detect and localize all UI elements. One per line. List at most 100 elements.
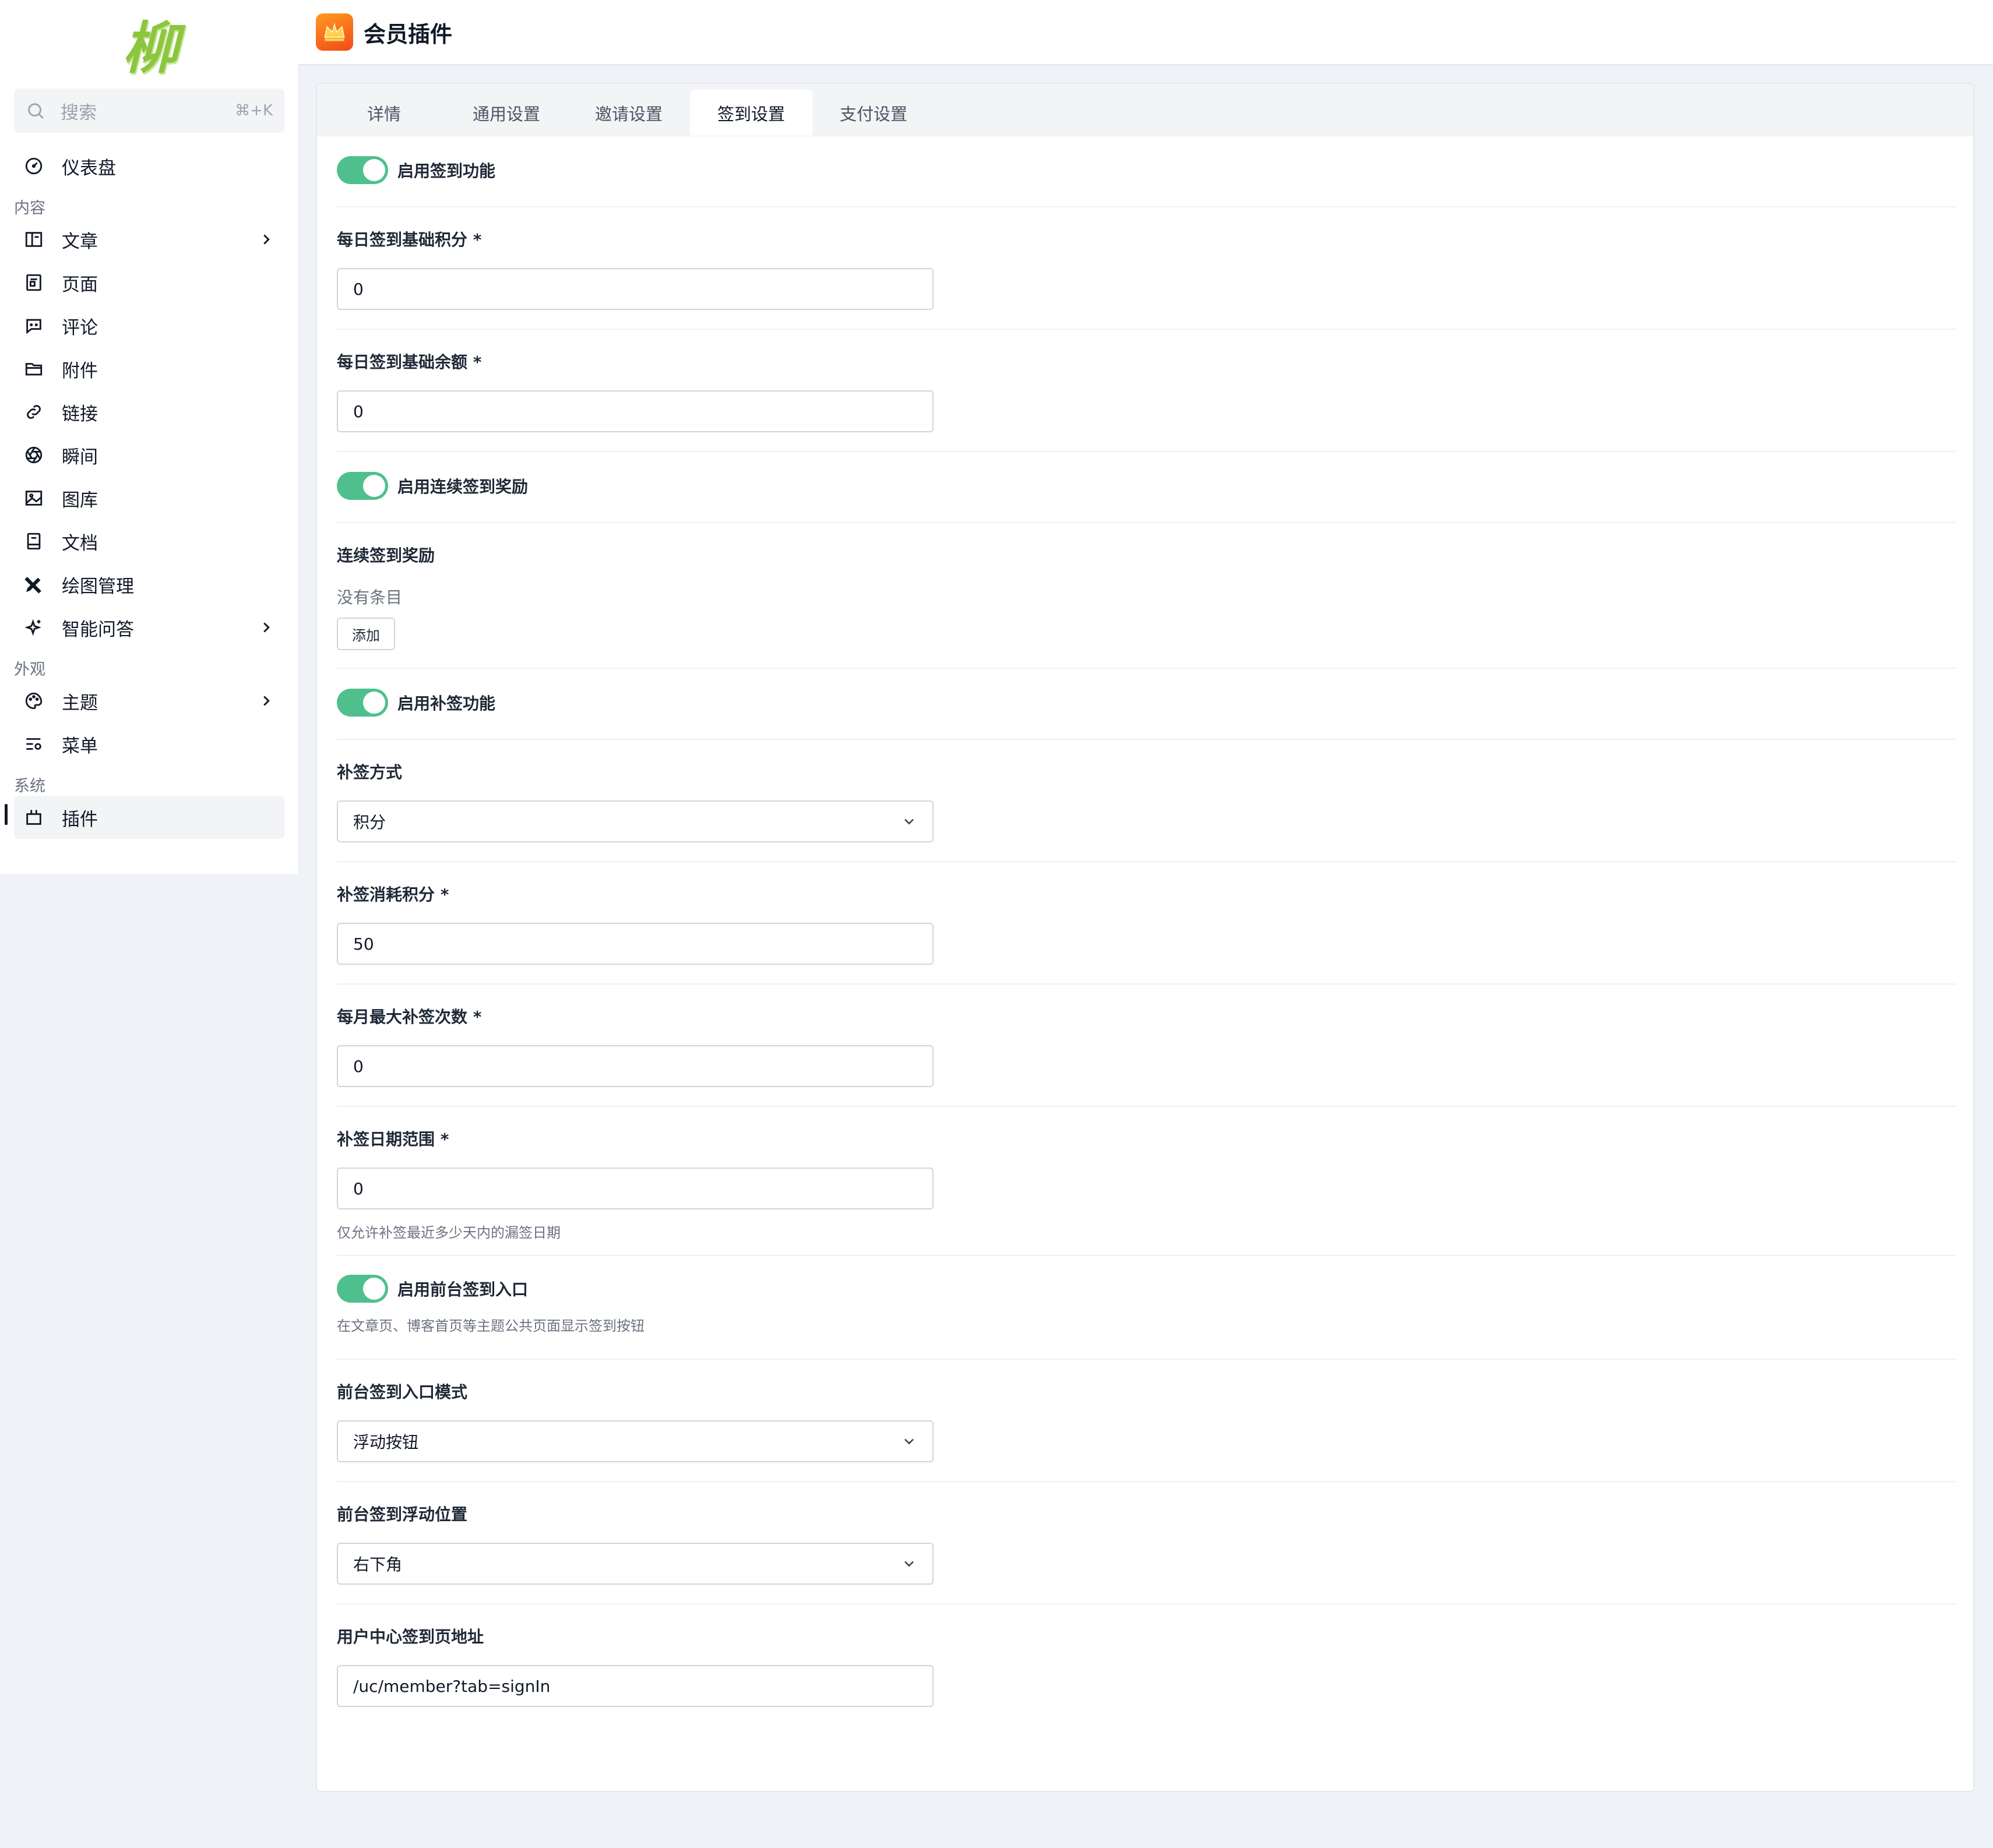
- frontend-mode-value: 浮动按钮: [353, 1433, 419, 1452]
- sidebar-item-posts[interactable]: 文章: [14, 218, 284, 261]
- row-frontend-mode: 前台签到入口模式 浮动按钮: [337, 1360, 1956, 1482]
- frontend-mode-select[interactable]: 浮动按钮: [337, 1420, 934, 1462]
- daily-points-input[interactable]: 0: [337, 268, 934, 310]
- sidebar-item-ai-qa[interactable]: 智能问答: [14, 606, 284, 649]
- streak-rewards-empty: 没有条目: [337, 588, 403, 607]
- sidebar-item-label: 页面: [62, 274, 98, 295]
- enable-signin-label: 启用签到功能: [397, 161, 496, 181]
- nav-group-system: 系统: [14, 777, 45, 795]
- row-daily-balance: 每日签到基础余额 * 0: [337, 330, 1956, 452]
- row-makeup-cost: 补签消耗积分 * 50: [337, 862, 1956, 985]
- chevron-down-icon: [904, 1438, 914, 1445]
- tab-payment[interactable]: 支付设置: [812, 90, 935, 136]
- search-placeholder: 搜索: [61, 102, 97, 124]
- image-icon: [25, 491, 43, 506]
- makeup-range-help: 仅允许补签最近多少天内的漏签日期: [337, 1225, 561, 1241]
- site-logo[interactable]: 柳: [111, 8, 186, 81]
- enable-frontend-entry-label: 启用前台签到入口: [397, 1280, 529, 1299]
- enable-frontend-entry-toggle[interactable]: [337, 1275, 388, 1303]
- add-streak-reward-button[interactable]: 添加: [337, 618, 395, 650]
- sidebar-item-menus[interactable]: 菜单: [14, 722, 284, 766]
- sidebar-item-label: 绘图管理: [62, 576, 134, 597]
- palette-icon: [25, 692, 43, 710]
- row-makeup-method: 补签方式 积分: [337, 740, 1956, 862]
- row-makeup-monthly-max: 每月最大补签次数 * 0: [337, 985, 1956, 1107]
- frontend-position-select[interactable]: 右下角: [337, 1543, 934, 1585]
- plugin-icon: [26, 810, 41, 825]
- tab-invite[interactable]: 邀请设置: [568, 90, 690, 136]
- sidebar-item-plugins[interactable]: 插件: [5, 796, 284, 839]
- makeup-method-select[interactable]: 积分: [337, 800, 934, 842]
- sidebar-nav: 仪表盘 内容 文章 页面 评论 附件 链接 瞬间 图库 文档 绘图管理 智能问答…: [5, 144, 284, 839]
- link-icon: [27, 405, 41, 419]
- pen-ruler-icon: [24, 577, 41, 594]
- sidebar-item-links[interactable]: 链接: [14, 390, 284, 433]
- menu-settings-icon: [26, 738, 41, 750]
- settings-tabs: 详情 通用设置 邀请设置 签到设置 支付设置: [317, 84, 1973, 136]
- nav-group-appearance: 外观: [14, 661, 45, 679]
- logo-text: 柳: [122, 15, 178, 81]
- enable-frontend-entry-help: 在文章页、博客首页等主题公共页面显示签到按钮: [337, 1318, 645, 1334]
- sidebar-item-label: 链接: [62, 403, 98, 425]
- nav-group-content: 内容: [14, 199, 45, 217]
- page-title: 会员插件: [364, 21, 453, 47]
- sidebar-item-dashboard[interactable]: 仪表盘: [14, 144, 284, 188]
- uc-signin-url-label: 用户中心签到页地址: [337, 1627, 484, 1646]
- daily-balance-input[interactable]: 0: [337, 390, 934, 432]
- crown-icon: [324, 22, 345, 41]
- signin-settings-form: 启用签到功能 每日签到基础积分 * 0 每日签到基础余额 * 0 启用连续签到奖…: [337, 136, 1956, 1727]
- makeup-range-input[interactable]: 0: [337, 1168, 934, 1209]
- chevron-right-icon: [263, 234, 270, 245]
- row-daily-points: 每日签到基础积分 * 0: [337, 207, 1956, 330]
- sidebar-item-docs[interactable]: 文档: [14, 520, 284, 563]
- row-streak-rewards: 连续签到奖励 没有条目 添加: [337, 523, 1956, 669]
- sidebar-item-themes[interactable]: 主题: [14, 679, 284, 722]
- page-icon: [26, 274, 41, 291]
- sidebar-item-pages[interactable]: 页面: [14, 261, 284, 304]
- sidebar-item-gallery[interactable]: 图库: [14, 477, 284, 520]
- sparkle-icon: [24, 619, 41, 636]
- sidebar-item-label: 菜单: [62, 735, 98, 757]
- makeup-monthly-max-label: 每月最大补签次数 *: [337, 1007, 482, 1027]
- sidebar-item-label: 附件: [62, 360, 98, 382]
- daily-points-label: 每日签到基础积分 *: [337, 230, 482, 249]
- comment-icon: [26, 319, 41, 334]
- uc-signin-url-input[interactable]: /uc/member?tab=signIn: [337, 1665, 934, 1707]
- makeup-cost-input[interactable]: 50: [337, 923, 934, 965]
- sidebar-item-label: 文档: [62, 532, 98, 554]
- makeup-range-label: 补签日期范围 *: [337, 1130, 449, 1149]
- sidebar-item-label: 文章: [62, 231, 98, 252]
- row-makeup-range: 补签日期范围 * 0 仅允许补签最近多少天内的漏签日期: [337, 1107, 1956, 1256]
- enable-makeup-toggle[interactable]: [337, 689, 388, 717]
- sidebar-item-label: 插件: [62, 809, 98, 830]
- enable-streak-toggle[interactable]: [337, 472, 388, 500]
- aperture-icon: [25, 446, 43, 464]
- search-shortcut: ⌘+K: [235, 102, 273, 119]
- row-enable-signin: 启用签到功能: [337, 136, 1956, 207]
- sidebar-item-moments[interactable]: 瞬间: [14, 433, 284, 477]
- document-icon: [27, 532, 41, 550]
- crown-app-icon: [316, 13, 353, 51]
- tab-signin[interactable]: 签到设置: [690, 90, 812, 136]
- row-enable-streak: 启用连续签到奖励: [337, 452, 1956, 523]
- tab-general[interactable]: 通用设置: [445, 90, 568, 136]
- row-enable-frontend-entry: 启用前台签到入口 在文章页、博客首页等主题公共页面显示签到按钮: [337, 1256, 1956, 1360]
- search-icon: [28, 103, 44, 119]
- sidebar-item-drawing[interactable]: 绘图管理: [14, 563, 284, 606]
- sidebar-item-label: 评论: [62, 317, 98, 338]
- row-enable-makeup: 启用补签功能: [337, 669, 1956, 740]
- frontend-mode-label: 前台签到入口模式: [337, 1383, 468, 1402]
- chevron-down-icon: [904, 819, 914, 825]
- chevron-down-icon: [904, 1561, 914, 1567]
- sidebar-item-label: 智能问答: [62, 619, 134, 640]
- plugin-settings-card: 详情 通用设置 邀请设置 签到设置 支付设置 启用签到功能 每日签到基础积分 *…: [316, 83, 1974, 1792]
- sidebar: 柳 搜索 ⌘+K 仪表盘 内容 文章 页面 评论 附件 链接 瞬间 图库 文档 …: [0, 0, 298, 874]
- sidebar-item-attachments[interactable]: 附件: [14, 347, 284, 390]
- sidebar-item-label: 图库: [62, 489, 98, 511]
- makeup-monthly-max-input[interactable]: 0: [337, 1045, 934, 1087]
- sidebar-item-comments[interactable]: 评论: [14, 304, 284, 347]
- search-input[interactable]: 搜索 ⌘+K: [14, 89, 284, 133]
- tab-details[interactable]: 详情: [323, 90, 445, 136]
- enable-streak-label: 启用连续签到奖励: [397, 477, 529, 496]
- enable-signin-toggle[interactable]: [337, 156, 388, 184]
